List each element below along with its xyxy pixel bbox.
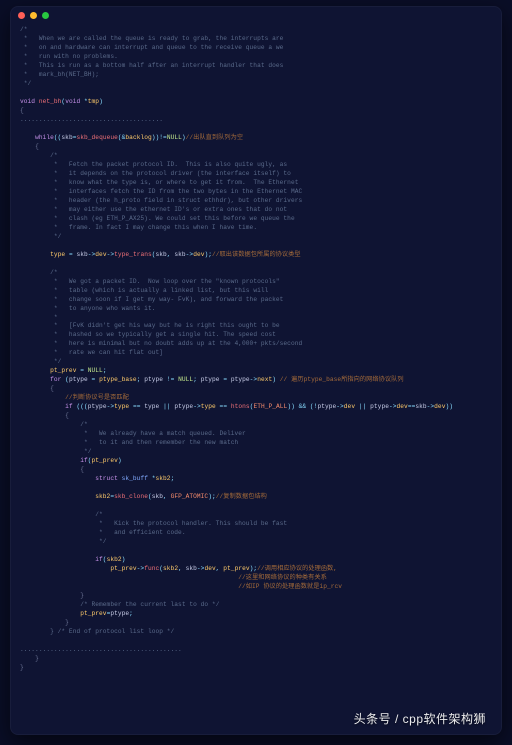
comment: /* — [20, 26, 28, 33]
code-block: /* * When we are called the queue is rea… — [20, 26, 496, 673]
ellipsis: ...................................... — [20, 116, 163, 123]
keyword-while: while — [35, 134, 54, 141]
editor-window: /* * When we are called the queue is rea… — [10, 6, 502, 735]
close-icon[interactable] — [18, 12, 25, 19]
keyword-for: for — [50, 376, 61, 383]
ellipsis: ........................................… — [20, 646, 182, 653]
comment: * on and hardware can interrupt and queu… — [20, 44, 283, 51]
minimize-icon[interactable] — [30, 12, 37, 19]
keyword-void: void — [20, 98, 35, 105]
fn-name: net_bh — [39, 98, 62, 105]
comment: * run with no problems. — [20, 53, 118, 60]
comment: */ — [20, 80, 31, 87]
comment: * mark_bh(NET_BH); — [20, 71, 99, 78]
brace: { — [20, 107, 24, 114]
titlebar — [10, 6, 502, 24]
keyword-struct: struct — [95, 475, 118, 482]
zoom-icon[interactable] — [42, 12, 49, 19]
watermark: 头条号 / cpp软件架构狮 — [354, 710, 486, 727]
comment: * When we are called the queue is ready … — [20, 35, 283, 42]
comment: * This is run as a bottom half after an … — [20, 62, 283, 69]
keyword-if: if — [65, 403, 73, 410]
